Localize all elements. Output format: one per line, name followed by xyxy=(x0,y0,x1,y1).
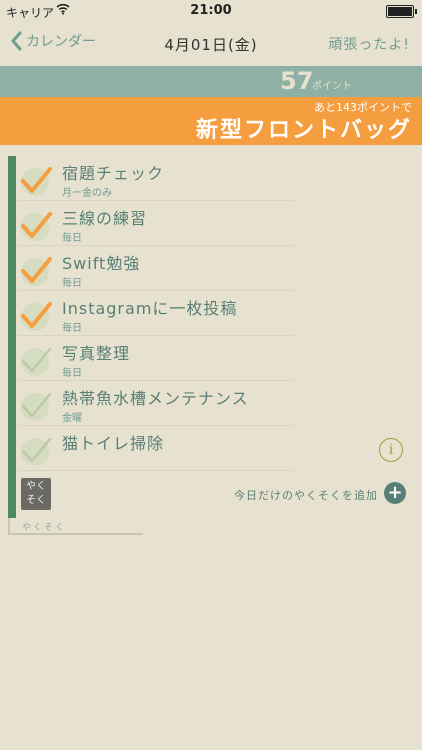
task-title: Instagramに一枚投稿 xyxy=(62,299,238,318)
checked-icon[interactable] xyxy=(18,298,52,332)
task-item[interactable]: 猫トイレ掃除 xyxy=(18,426,294,471)
task-title: 猫トイレ掃除 xyxy=(62,434,165,453)
stamp-line-1: やく xyxy=(26,481,46,492)
task-item[interactable]: 熱帯魚水槽メンテナンス 金曜 xyxy=(18,381,294,426)
unchecked-icon[interactable] xyxy=(18,343,52,377)
checked-icon[interactable] xyxy=(18,253,52,287)
did-my-best-button[interactable]: 頑張ったよ! xyxy=(328,34,410,54)
task-item[interactable]: 三線の練習 毎日 xyxy=(18,201,294,246)
task-title: Swift勉強 xyxy=(62,254,141,273)
task-title: 熱帯魚水槽メンテナンス xyxy=(62,389,249,408)
task-title: 宿題チェック xyxy=(62,164,165,183)
task-item[interactable]: Swift勉強 毎日 xyxy=(18,246,294,291)
checked-icon[interactable] xyxy=(18,208,52,242)
checked-icon[interactable] xyxy=(18,163,52,197)
status-bar: キャリア 21:00 xyxy=(0,0,422,22)
add-plus-icon[interactable]: + xyxy=(384,482,406,504)
battery-icon xyxy=(386,5,417,18)
task-item[interactable]: Instagramに一枚投稿 毎日 xyxy=(18,291,294,336)
task-subtitle: 月ー金のみ xyxy=(62,188,112,199)
yakusoku-stamp-icon: やく そく xyxy=(21,478,51,510)
unchecked-icon[interactable] xyxy=(18,433,52,467)
points-unit: ポイント xyxy=(312,81,352,92)
task-subtitle: 毎日 xyxy=(62,278,82,289)
task-list-bar xyxy=(8,156,16,518)
points-value: 57 xyxy=(280,67,314,95)
task-subtitle: 毎日 xyxy=(62,368,82,379)
navigation-bar: カレンダー 4月01日(金) 頑張ったよ! xyxy=(0,22,422,66)
status-time: 21:00 xyxy=(190,3,232,18)
goal-banner[interactable]: あと143ポイントで 新型フロントバッグ xyxy=(0,97,422,145)
task-subtitle: 毎日 xyxy=(62,233,82,244)
task-title: 写真整理 xyxy=(62,344,131,363)
task-subtitle: 金曜 xyxy=(62,413,82,424)
info-icon[interactable]: i xyxy=(379,438,403,462)
task-title: 三線の練習 xyxy=(62,209,148,228)
points-bar: 57 ポイント xyxy=(0,66,422,97)
task-subtitle: 毎日 xyxy=(62,323,82,334)
unchecked-icon[interactable] xyxy=(18,388,52,422)
add-today-label[interactable]: 今日だけのやくそくを追加 xyxy=(234,487,378,503)
task-item[interactable]: 宿題チェック 月ー金のみ xyxy=(18,156,294,201)
stamp-line-2: そく xyxy=(26,495,46,506)
task-item[interactable]: 写真整理 毎日 xyxy=(18,336,294,381)
frame-label: やくそく xyxy=(22,523,67,533)
goal-name: 新型フロントバッグ xyxy=(195,118,412,143)
